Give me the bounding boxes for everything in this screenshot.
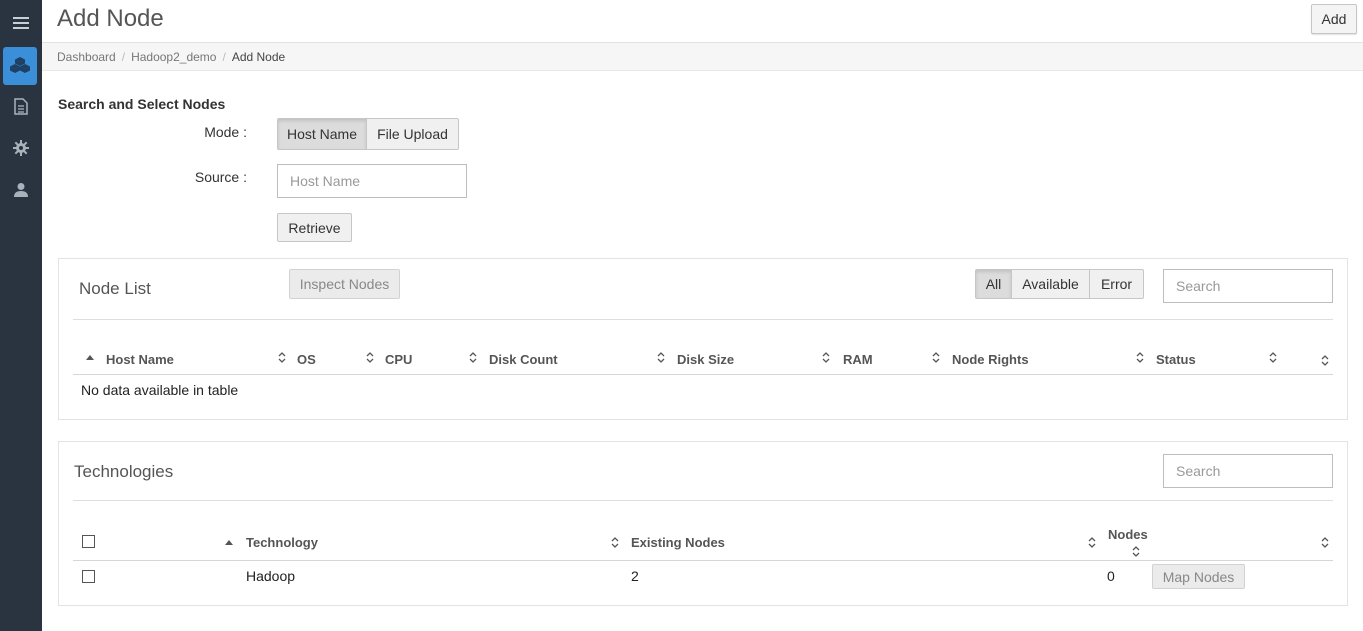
column-disk-size[interactable]: Disk Size xyxy=(677,352,734,367)
document-icon xyxy=(14,98,28,118)
sort-both-icon[interactable] xyxy=(1132,546,1140,557)
column-technology[interactable]: Technology xyxy=(246,535,318,550)
sort-both-icon[interactable] xyxy=(611,537,619,548)
filter-error-button[interactable]: Error xyxy=(1090,269,1144,299)
node-list-title: Node List xyxy=(79,279,151,298)
sort-both-icon[interactable] xyxy=(1321,355,1329,366)
mode-host-name-button[interactable]: Host Name xyxy=(277,118,367,150)
breadcrumb: Dashboard / Hadoop2_demo / Add Node xyxy=(42,43,1363,71)
page-title: Add Node xyxy=(57,5,164,32)
filter-available-button[interactable]: Available xyxy=(1012,269,1090,299)
mode-label: Mode : xyxy=(204,124,247,140)
column-status[interactable]: Status xyxy=(1156,352,1196,367)
search-select-title: Search and Select Nodes xyxy=(58,96,226,112)
page-header: Add Node Add xyxy=(42,0,1363,43)
filter-all-button[interactable]: All xyxy=(975,269,1012,299)
cell-existing-nodes: 2 xyxy=(631,568,639,584)
sort-both-icon[interactable] xyxy=(1088,537,1096,548)
column-ram[interactable]: RAM xyxy=(843,352,873,367)
sort-both-icon[interactable] xyxy=(366,352,374,363)
gear-icon xyxy=(13,139,29,159)
menu-toggle-button[interactable] xyxy=(0,4,42,44)
empty-table-message: No data available in table xyxy=(81,382,239,398)
divider xyxy=(73,500,1333,501)
technologies-panel: Technologies Search Technology Existing … xyxy=(58,441,1348,606)
inspect-nodes-button[interactable]: Inspect Nodes xyxy=(289,269,400,299)
breadcrumb-separator: / xyxy=(222,49,226,64)
node-search-input[interactable]: Search xyxy=(1163,269,1333,303)
column-disk-count[interactable]: Disk Count xyxy=(489,352,558,367)
divider xyxy=(73,374,1333,375)
column-os[interactable]: OS xyxy=(297,352,316,367)
sort-both-icon[interactable] xyxy=(469,352,477,363)
breadcrumb-current: Add Node xyxy=(231,49,286,64)
divider xyxy=(73,319,1333,320)
column-host-name[interactable]: Host Name xyxy=(106,352,174,367)
sort-both-icon[interactable] xyxy=(932,352,940,363)
mode-file-upload-button[interactable]: File Upload xyxy=(367,118,459,150)
map-nodes-button[interactable]: Map Nodes xyxy=(1152,564,1245,589)
sort-asc-icon[interactable] xyxy=(225,540,233,545)
column-existing-nodes[interactable]: Existing Nodes xyxy=(631,535,725,550)
breadcrumb-separator: / xyxy=(121,49,126,64)
mode-toggle-group: Host Name File Upload xyxy=(277,118,459,150)
source-input[interactable]: Host Name xyxy=(277,164,467,198)
sort-both-icon[interactable] xyxy=(278,352,286,363)
sort-both-icon[interactable] xyxy=(1321,537,1329,548)
source-label: Source : xyxy=(194,169,247,185)
sort-asc-icon[interactable] xyxy=(86,355,94,360)
menu-icon xyxy=(13,16,29,33)
sidebar xyxy=(0,0,42,631)
technologies-title: Technologies xyxy=(74,462,174,481)
cell-technology: Hadoop xyxy=(246,568,296,584)
technologies-search-input[interactable]: Search xyxy=(1163,454,1333,488)
column-node-rights[interactable]: Node Rights xyxy=(952,352,1029,367)
sort-both-icon[interactable] xyxy=(1269,352,1277,363)
sidebar-item-user[interactable] xyxy=(0,171,42,211)
retrieve-button[interactable]: Retrieve xyxy=(277,213,352,242)
sidebar-item-documents[interactable] xyxy=(0,88,42,128)
divider xyxy=(73,560,1333,561)
node-filter-group: All Available Error xyxy=(975,269,1144,299)
column-cpu[interactable]: CPU xyxy=(385,352,412,367)
add-button[interactable]: Add xyxy=(1311,4,1357,34)
sidebar-item-clusters[interactable] xyxy=(3,47,37,85)
sidebar-item-settings[interactable] xyxy=(0,129,42,169)
sort-both-icon[interactable] xyxy=(1136,352,1144,363)
cell-nodes: 0 xyxy=(1107,568,1115,584)
node-list-panel: Node List Inspect Nodes All Available Er… xyxy=(58,258,1348,420)
cluster-icon xyxy=(9,56,31,77)
row-checkbox[interactable] xyxy=(82,570,95,583)
breadcrumb-dashboard[interactable]: Dashboard xyxy=(57,50,116,64)
select-all-checkbox[interactable] xyxy=(82,535,95,548)
column-nodes[interactable]: Nodes xyxy=(1108,527,1148,542)
sort-both-icon[interactable] xyxy=(822,352,830,363)
sort-both-icon[interactable] xyxy=(657,352,665,363)
breadcrumb-cluster[interactable]: Hadoop2_demo xyxy=(131,50,216,64)
user-icon xyxy=(14,182,28,201)
main-content: Add Node Add Dashboard / Hadoop2_demo / … xyxy=(42,0,1363,631)
